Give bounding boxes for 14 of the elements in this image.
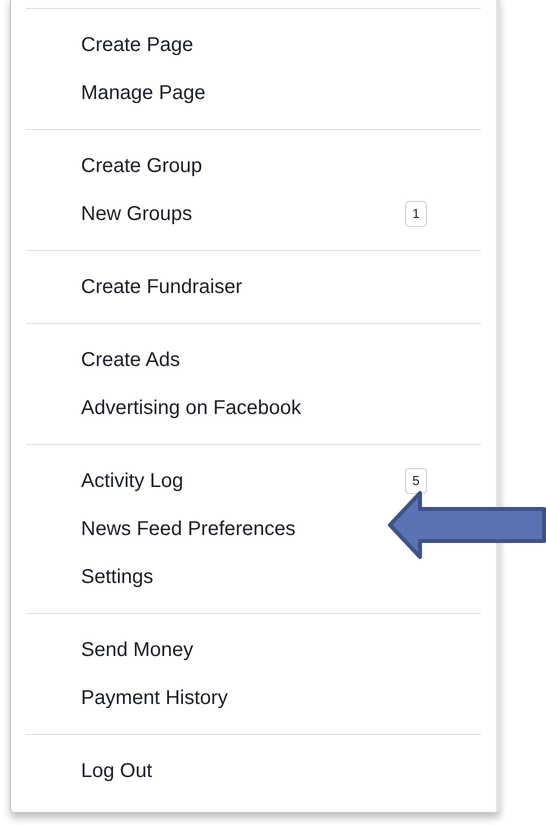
menu-item[interactable]: Advertising on Facebook <box>81 393 302 423</box>
menu-item[interactable]: Log Out <box>81 756 152 786</box>
menu-item[interactable]: Manage Page <box>81 78 206 108</box>
menu-item[interactable]: New Groups <box>81 199 192 229</box>
menu-item[interactable]: Create Fundraiser <box>81 272 242 302</box>
menu-item[interactable]: Create Group <box>81 151 202 181</box>
menu-item[interactable]: Payment History <box>81 683 228 713</box>
count-badge: 1 <box>405 201 427 227</box>
menu-item[interactable]: Create Page <box>81 30 194 60</box>
menu-item[interactable]: Settings <box>81 562 154 592</box>
menu-item[interactable]: News Feed Preferences <box>81 514 296 544</box>
menu-item[interactable]: Send Money <box>81 635 194 665</box>
menu-item[interactable]: Create Ads <box>81 345 180 375</box>
menu-item[interactable]: Activity Log <box>81 466 184 496</box>
